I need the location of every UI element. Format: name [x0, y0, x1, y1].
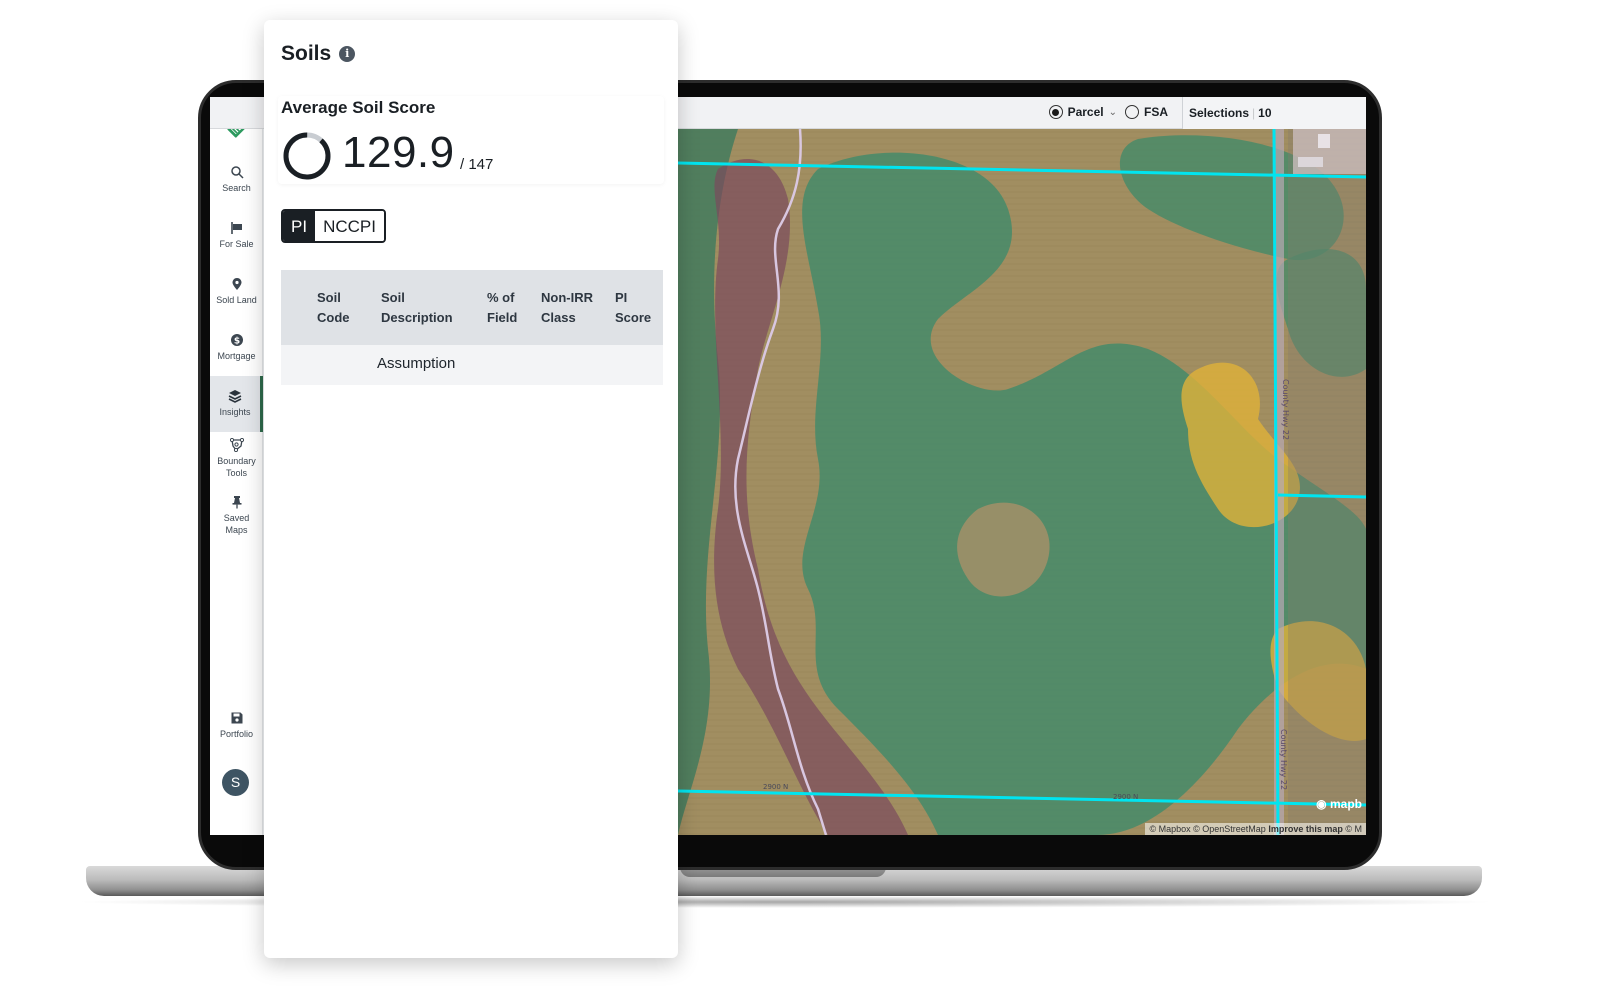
toggle-nccpi[interactable]: NCCPI — [315, 211, 384, 241]
layers-icon — [228, 390, 242, 403]
sidebar-item-for-sale[interactable]: For Sale — [210, 221, 263, 250]
sidebar-item-mortgage[interactable]: $ Mortgage — [210, 333, 263, 362]
header-soil-code[interactable]: Soil Code — [309, 288, 367, 328]
average-score-max: / 147 — [460, 156, 494, 173]
header-non-irr-class[interactable]: Non-IRR Class — [533, 288, 607, 328]
selections-count: 10 — [1258, 106, 1272, 120]
attribution-text[interactable]: © Mapbox © OpenStreetMap — [1149, 824, 1265, 834]
mode-fsa-label: FSA — [1144, 105, 1168, 119]
svg-text:$: $ — [233, 337, 239, 347]
building — [1318, 134, 1330, 148]
sidebar-item-label: Mortgage — [217, 351, 256, 361]
sidebar-item-label: Boundary — [217, 456, 256, 466]
building — [1298, 157, 1323, 167]
dollar-circle-icon: $ — [230, 334, 243, 347]
mode-fsa-option[interactable]: FSA — [1125, 105, 1168, 119]
average-score-label: Average Soil Score — [281, 98, 436, 117]
sidebar-item-insights[interactable]: Insights — [210, 376, 263, 432]
score-type-toggle: PI NCCPI — [281, 209, 386, 243]
radio-unchecked-icon[interactable] — [1125, 105, 1139, 119]
sidebar-item-label: Saved — [223, 513, 250, 523]
road-label: County Hwy 22 — [1279, 729, 1288, 790]
radio-checked-icon[interactable] — [1048, 105, 1063, 119]
mapbox-logo[interactable]: ◉ mapb — [1316, 797, 1362, 811]
gauge-fill — [283, 132, 331, 180]
header-soil-description[interactable]: Soil Description — [367, 288, 479, 328]
sidebar-item-label: Sold Land — [216, 295, 257, 305]
panel-title: Soils i — [281, 42, 356, 66]
sidebar-item-sold-land[interactable]: Sold Land — [210, 277, 263, 306]
row-description: Assumption — [377, 355, 456, 372]
attribution-tail: © M — [1345, 824, 1362, 834]
average-score-card: Average Soil Score 129.9 / 147 — [278, 96, 664, 184]
boundary-polygon-icon — [229, 438, 244, 452]
header-percent-field[interactable]: % of Field — [479, 288, 533, 328]
mode-parcel-option[interactable]: Parcel ⌄ — [1048, 105, 1117, 119]
mapbox-logo-text: mapb — [1329, 797, 1362, 811]
user-avatar[interactable]: S — [222, 769, 249, 796]
sidebar-item-label: Portfolio — [219, 729, 254, 739]
pin-icon — [232, 496, 241, 509]
info-icon[interactable]: i — [339, 46, 356, 62]
sidebar-item-label: For Sale — [219, 239, 254, 249]
map-pin-icon — [232, 278, 241, 290]
sidebar-item-search[interactable]: Search — [210, 165, 263, 194]
road-label: 2900 N — [763, 783, 788, 791]
sidebar: Search For Sale Sold Land $ Mortgage Ins… — [210, 97, 263, 835]
selection-mode-group: Parcel ⌄ FSA — [1048, 105, 1168, 119]
chevron-down-icon[interactable]: ⌄ — [1109, 107, 1117, 118]
sidebar-item-label-line2: Maps — [225, 525, 248, 535]
satellite-map[interactable]: 86BOsco siltloam, 2 to 5percent…32.92e13… — [678, 129, 1366, 835]
soils-panel: Soils i Average Soil Score 129.9 / 147 P… — [264, 20, 678, 958]
sidebar-item-portfolio[interactable]: Portfolio — [210, 711, 263, 740]
road-label: 2900 N — [1113, 793, 1138, 801]
toggle-pi[interactable]: PI — [283, 211, 316, 241]
road-label: County Hwy 22 — [1281, 379, 1290, 440]
sidebar-item-boundary-tools[interactable]: Boundary Tools — [210, 438, 263, 479]
table-header: Soil Code Soil Description % of Field Non-I… — [281, 270, 663, 345]
sidebar-item-label: Insights — [219, 407, 251, 417]
sidebar-item-saved-maps[interactable]: Saved Maps — [210, 495, 263, 536]
separator: | — [1252, 106, 1256, 120]
parcel-boundary — [1277, 493, 1366, 499]
flag-icon — [230, 222, 242, 234]
map-canvas[interactable]: 86BOsco siltloam, 2 to 5percent…32.92e13… — [678, 129, 1366, 835]
average-score-value: 129.9 — [342, 128, 455, 177]
soils-table: Soil Code Soil Description % of Field Non-I… — [281, 270, 663, 385]
selections-counter[interactable]: Selections | 10 — [1182, 97, 1366, 129]
selections-label: Selections — [1189, 106, 1250, 120]
header-pi-score[interactable]: PI Score — [607, 288, 663, 328]
panel-title-text: Soils — [281, 42, 332, 65]
marketing-stage: Search For Sale Sold Land $ Mortgage Ins… — [0, 0, 1600, 1000]
mode-parcel-label: Parcel — [1067, 105, 1104, 119]
improve-map-link[interactable]: Improve this map — [1268, 824, 1343, 834]
score-gauge — [283, 132, 331, 180]
save-icon — [231, 712, 242, 724]
search-icon — [230, 166, 244, 179]
sidebar-item-label: Search — [222, 183, 251, 193]
table-row[interactable]: Assumption — [281, 345, 663, 385]
sidebar-item-label-line2: Tools — [225, 468, 247, 478]
adjacent-field — [1288, 129, 1366, 835]
map-attribution: © Mapbox © OpenStreetMap Improve this ma… — [1145, 823, 1366, 835]
